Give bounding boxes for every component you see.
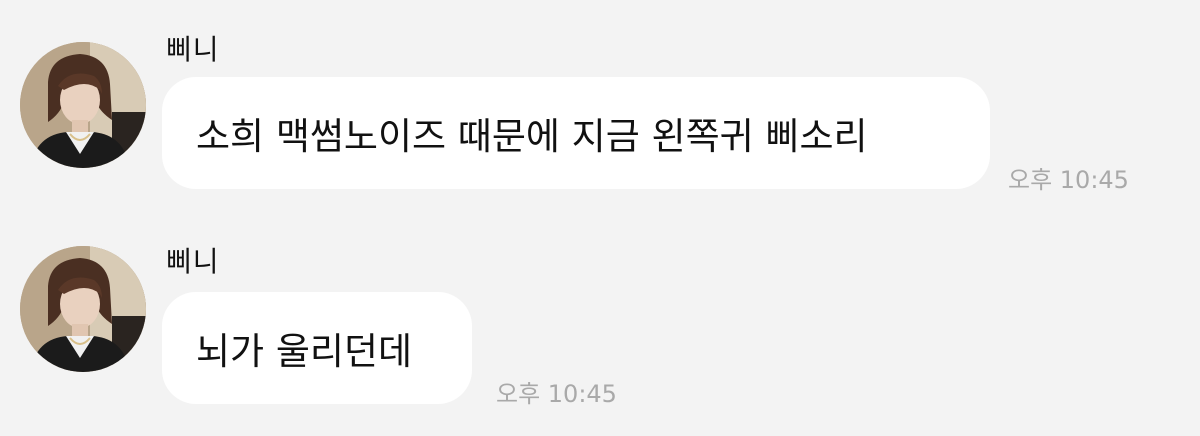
message-bubble[interactable]: 소희 맥썸노이즈 때문에 지금 왼쪽귀 삐소리 [162,77,990,189]
message-timestamp: 오후 10:45 [1008,166,1129,194]
avatar[interactable] [20,246,146,372]
message-text: 뇌가 울리던데 [196,330,413,373]
profile-photo-icon [20,246,146,372]
sender-name: 삐니 [166,245,220,278]
message-bubble[interactable]: 뇌가 울리던데 [162,292,472,404]
message-text: 소희 맥썸노이즈 때문에 지금 왼쪽귀 삐소리 [196,115,868,158]
sender-name: 삐니 [166,33,220,66]
avatar[interactable] [20,42,146,168]
message-timestamp: 오후 10:45 [496,380,617,408]
profile-photo-icon [20,42,146,168]
